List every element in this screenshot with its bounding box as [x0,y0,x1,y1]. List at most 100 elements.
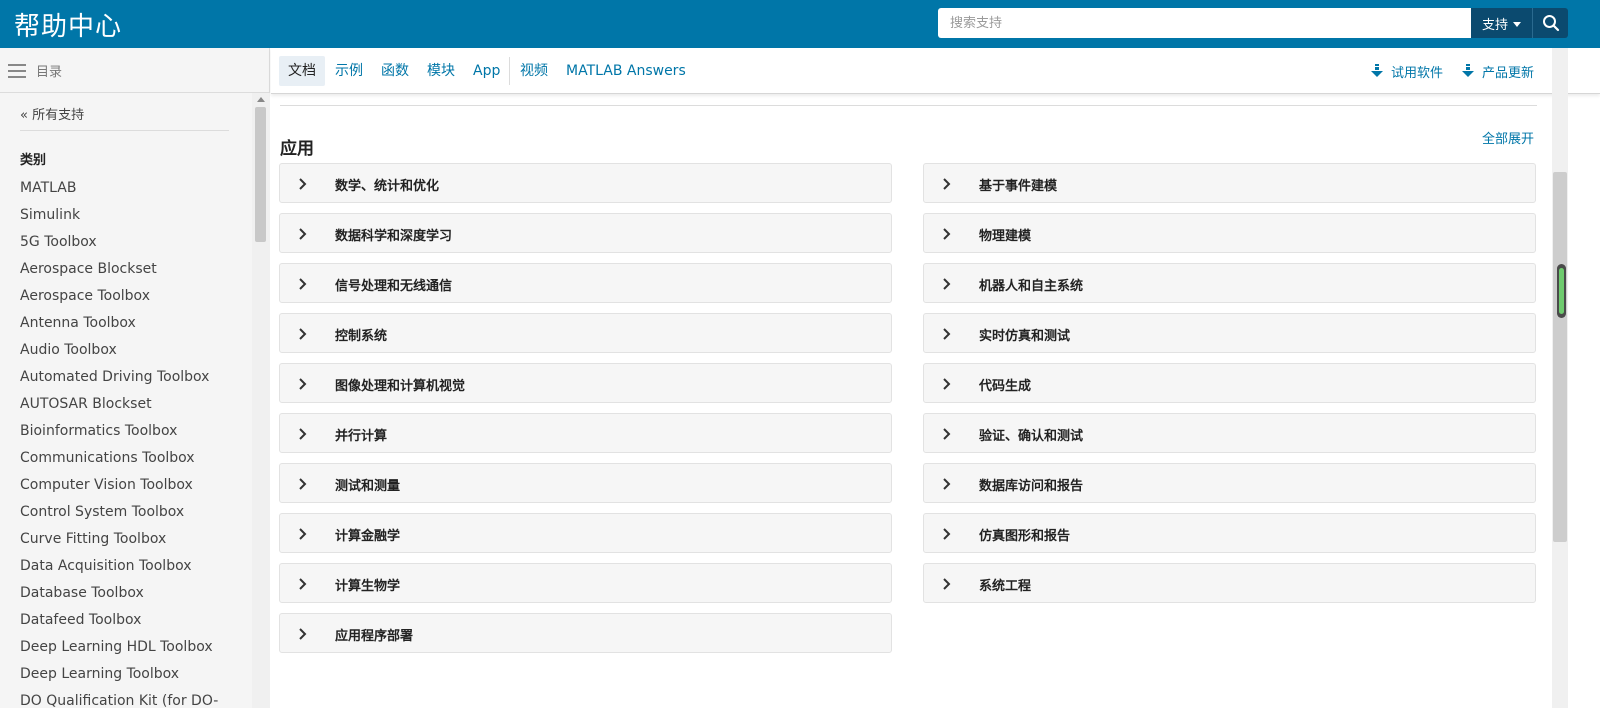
tab-videos[interactable]: 视频 [511,56,557,86]
accordion-item[interactable]: 基于事件建模 [923,163,1536,203]
accordion-item[interactable]: 验证、确认和测试 [923,413,1536,453]
chevron-right-icon [299,178,307,190]
accordion-item[interactable]: 计算金融学 [279,513,892,553]
accordion-item[interactable]: 应用程序部署 [279,613,892,653]
search-icon [1542,15,1559,32]
hamburger-menu-icon [8,63,26,78]
sidebar-item[interactable]: Deep Learning Toolbox [20,661,218,688]
toc-toggle[interactable]: 目录 [8,61,62,80]
chevron-right-icon [943,378,951,390]
accordion-label: 数据库访问和报告 [979,479,1084,494]
accordion-item[interactable]: 并行计算 [279,413,892,453]
chevron-right-icon [943,428,951,440]
sidebar-item[interactable]: Control System Toolbox [20,499,218,526]
chevron-right-icon [299,628,307,640]
tab-divider [509,57,510,85]
chevron-right-icon [299,578,307,590]
tab-documentation[interactable]: 文档 [279,56,325,86]
page-scrollbar-thumb[interactable] [1553,172,1567,542]
accordion-label: 图像处理和计算机视觉 [335,379,466,394]
doc-tabs-bar: 文档 示例 函数 模块 App 视频 MATLAB Answers 试用软件 产… [271,48,1600,94]
caret-down-icon [1513,21,1521,27]
expand-all-link[interactable]: 全部展开 [1482,128,1534,147]
accordion-item[interactable]: 物理建模 [923,213,1536,253]
accordion-label: 计算金融学 [335,529,401,544]
accordion-item[interactable]: 数学、统计和优化 [279,163,892,203]
search-input[interactable] [938,8,1471,38]
search-button[interactable] [1532,8,1568,38]
chevron-right-icon [299,428,307,440]
sidebar-item[interactable]: AUTOSAR Blockset [20,391,218,418]
accordion-item[interactable]: 实时仿真和测试 [923,313,1536,353]
accordion-item[interactable]: 图像处理和计算机视觉 [279,363,892,403]
sidebar-item[interactable]: Computer Vision Toolbox [20,472,218,499]
accordion-item[interactable]: 系统工程 [923,563,1536,603]
chevron-right-icon [943,328,951,340]
sidebar-item[interactable]: MATLAB [20,175,218,202]
sidebar-item[interactable]: Simulink [20,202,218,229]
chevron-right-icon [299,528,307,540]
sidebar-scrollbar[interactable] [252,93,270,708]
search-scope-label: 支持 [1481,17,1508,33]
sidebar-item[interactable]: Aerospace Blockset [20,256,218,283]
page-scrollbar[interactable] [1552,48,1568,708]
accordion-item[interactable]: 信号处理和无线通信 [279,263,892,303]
sidebar-item[interactable]: Aerospace Toolbox [20,283,218,310]
tab-functions[interactable]: 函数 [372,56,418,86]
accordion-label: 应用程序部署 [335,629,414,644]
tab-matlab-answers[interactable]: MATLAB Answers [557,56,695,86]
sidebar-item[interactable]: DO Qualification Kit (for DO- [20,688,218,708]
all-support-link[interactable]: « 所有支持 [20,104,84,123]
sidebar-item[interactable]: Datafeed Toolbox [20,607,218,634]
accordion-item[interactable]: 数据科学和深度学习 [279,213,892,253]
accordion-item[interactable]: 计算生物学 [279,563,892,603]
accordion-label: 验证、确认和测试 [979,429,1084,444]
trial-software-link[interactable]: 试用软件 [1371,56,1443,86]
chevron-right-icon [943,278,951,290]
accordion-label: 测试和测量 [335,479,401,494]
accordion-label: 信号处理和无线通信 [335,279,453,294]
sidebar-item[interactable]: Curve Fitting Toolbox [20,526,218,553]
sidebar-scrollbar-thumb[interactable] [255,107,266,242]
scroll-up-arrow-icon[interactable] [257,97,265,102]
accordion-label: 计算生物学 [335,579,401,594]
chevron-right-icon [943,178,951,190]
scroll-indicator-icon [1557,264,1566,318]
sidebar-item[interactable]: Automated Driving Toolbox [20,364,218,391]
accordion-label: 基于事件建模 [979,179,1058,194]
accordion-item[interactable]: 控制系统 [279,313,892,353]
sidebar-item[interactable]: Bioinformatics Toolbox [20,418,218,445]
tab-blocks[interactable]: 模块 [418,56,464,86]
accordion-item[interactable]: 仿真图形和报告 [923,513,1536,553]
download-icon [1462,64,1474,77]
sidebar-item[interactable]: 5G Toolbox [20,229,218,256]
product-updates-link[interactable]: 产品更新 [1462,56,1534,86]
chevron-right-icon [299,378,307,390]
sidebar-item[interactable]: Deep Learning HDL Toolbox [20,634,218,661]
sidebar-item[interactable]: Communications Toolbox [20,445,218,472]
main-content: 应用 全部展开 数学、统计和优化 数据科学和深度学习 信号处理和无线通信 控制系… [271,94,1552,708]
sidebar-item[interactable]: Antenna Toolbox [20,310,218,337]
accordion-label: 数学、统计和优化 [335,179,440,194]
accordion-item[interactable]: 代码生成 [923,363,1536,403]
tab-apps[interactable]: App [464,56,509,86]
accordion-item[interactable]: 数据库访问和报告 [923,463,1536,503]
toc-label: 目录 [36,65,63,80]
chevron-right-icon [943,228,951,240]
content-divider [280,105,1537,106]
accordion-label: 机器人和自主系统 [979,279,1084,294]
sidebar-item[interactable]: Audio Toolbox [20,337,218,364]
help-center-title[interactable]: 帮助中心 [14,6,122,43]
chevron-right-icon [299,478,307,490]
search-scope-dropdown[interactable]: 支持 [1471,8,1532,38]
accordion-item[interactable]: 机器人和自主系统 [923,263,1536,303]
accordion-label: 代码生成 [979,379,1032,394]
sidebar-item[interactable]: Database Toolbox [20,580,218,607]
chevron-right-icon [299,228,307,240]
tab-examples[interactable]: 示例 [326,56,372,86]
sidebar: 目录 « 所有支持 类别 MATLAB Simulink 5G Toolbox … [0,48,270,708]
section-title: 应用 [280,139,314,159]
accordion-item[interactable]: 测试和测量 [279,463,892,503]
category-heading: 类别 [20,153,47,168]
sidebar-item[interactable]: Data Acquisition Toolbox [20,553,218,580]
